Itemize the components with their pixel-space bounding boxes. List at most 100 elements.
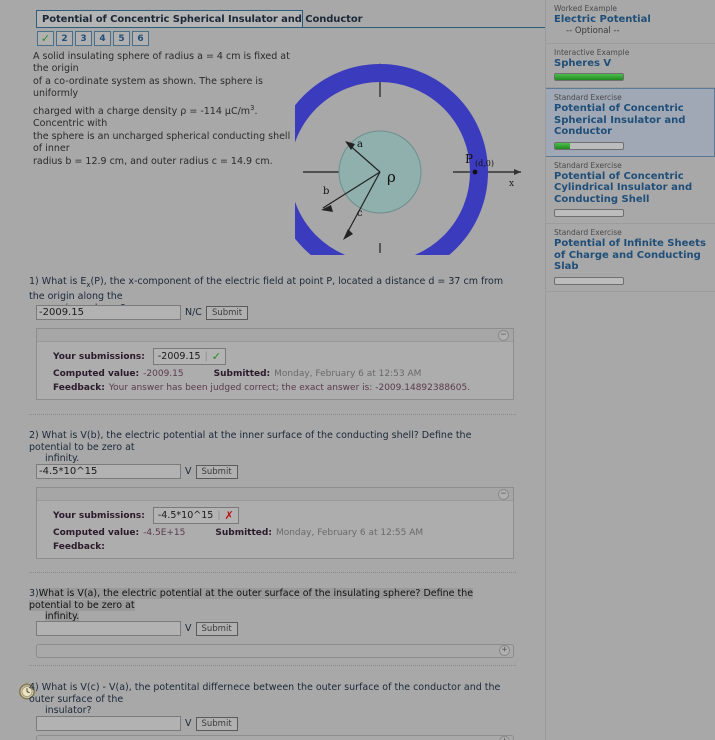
page-title: Potential of Concentric Spherical Insula…: [42, 13, 363, 25]
sidebar-item-3-progress: [554, 209, 624, 217]
question-4-input[interactable]: [36, 716, 181, 731]
progress-fill: [555, 74, 623, 80]
sidebar-item-1-title[interactable]: Spheres V: [554, 58, 711, 70]
sidebar-item-0-title[interactable]: Electric Potential: [554, 14, 711, 26]
question-4-expand-icon[interactable]: +: [499, 736, 510, 740]
statement-line-3-pre: charged with a charge density ρ = -114 μ…: [33, 106, 251, 118]
question-1-submitted-label: Submitted:: [213, 369, 271, 379]
sidebar-item-4-kicker: Standard Exercise: [554, 228, 622, 237]
label-rho: ρ: [387, 168, 396, 186]
question-2-divider: [29, 572, 516, 573]
sidebar-item-2-title[interactable]: Potential of Concentric Spherical Insula…: [554, 103, 710, 138]
question-1-computed-value: -2009.15: [143, 369, 184, 379]
question-1-submitted-value: Monday, February 6 at 12:53 AM: [274, 369, 422, 379]
question-3-answer-row: V Submit: [36, 621, 238, 636]
question-2-submissions-line: Your submissions: -4.5*10^15 | ✗: [53, 507, 513, 524]
question-3-text: 3)What is V(a), the electric potential a…: [29, 588, 516, 623]
radius-c-arrowhead: [343, 229, 353, 240]
question-1-number: 1): [29, 276, 39, 287]
question-2-text: 2) What is V(b), the electric potential …: [29, 430, 516, 465]
sidebar-item-3-title[interactable]: Potential of Concentric Cylindrical Insu…: [554, 171, 711, 206]
tab-question-6[interactable]: 6: [132, 31, 149, 46]
question-3-expand-icon[interactable]: +: [499, 645, 510, 656]
question-1-submit-button[interactable]: Submit: [205, 305, 249, 320]
sidebar-item-electric-potential[interactable]: Worked Example Electric Potential -- Opt…: [546, 0, 715, 44]
label-a: a: [357, 139, 363, 150]
question-2-computed-line: Computed value: -4.5E+15 Submitted: Mond…: [53, 528, 513, 538]
course-sidebar: Worked Example Electric Potential -- Opt…: [545, 0, 715, 740]
question-3-submission-panel: +: [36, 644, 514, 658]
incorrect-cross-icon: ✗: [224, 509, 234, 522]
question-1-submissions-line: Your submissions: -2009.15 | ✓: [53, 348, 513, 365]
question-1-feedback-label: Feedback:: [53, 383, 105, 393]
question-2-submit-button[interactable]: Submit: [195, 464, 238, 479]
question-2-submission-panel: − Your submissions: -4.5*10^15 | ✗ Compu…: [36, 487, 514, 559]
question-2-input[interactable]: [36, 464, 181, 479]
sidebar-item-4-title[interactable]: Potential of Infinite Sheets of Charge a…: [554, 238, 711, 273]
question-1-submission-chip: -2009.15 | ✓: [152, 348, 227, 365]
correct-check-icon: ✓: [211, 350, 222, 363]
question-1-computed-label: Computed value:: [53, 369, 140, 379]
sidebar-item-1-progress: [554, 73, 624, 81]
question-tab-strip[interactable]: ✓ 2 3 4 5 6: [37, 31, 149, 46]
tab-question-5[interactable]: 5: [113, 31, 130, 46]
question-2-feedback-label: Feedback:: [53, 542, 105, 552]
physics-diagram: y x a b c ρ P (d,0): [272, 55, 535, 280]
question-3-submit-button[interactable]: Submit: [195, 621, 238, 636]
question-4-number: 4): [29, 682, 39, 693]
question-1-submission-panel: − Your submissions: -2009.15 | ✓ Compute…: [36, 328, 514, 400]
tab-question-4[interactable]: 4: [94, 31, 111, 46]
question-4-unit: V: [185, 718, 192, 729]
point-p-coords: (d,0): [475, 159, 494, 168]
tab-question-1[interactable]: ✓: [37, 31, 54, 46]
sidebar-item-spheres-v[interactable]: Interactive Example Spheres V: [546, 44, 715, 88]
chip-separator: |: [204, 351, 208, 362]
statement-line-3: charged with a charge density ρ = -114 μ…: [33, 103, 298, 129]
question-2-submitted-label: Submitted:: [215, 528, 272, 538]
question-1-panel-body: Your submissions: -2009.15 | ✓ Computed …: [37, 342, 513, 399]
question-4-text: 4) What is V(c) - V(a), the potentital d…: [29, 682, 516, 717]
question-4-answer-row: V Submit: [36, 716, 238, 731]
question-1-input[interactable]: [36, 305, 181, 320]
question-1-line1: What is Ex(P), the x-component of the el…: [29, 276, 504, 303]
sidebar-item-spherical-insulator-conductor[interactable]: Standard Exercise Potential of Concentri…: [546, 88, 715, 157]
question-3-divider: [29, 665, 516, 666]
question-1-collapse-icon[interactable]: −: [498, 330, 509, 341]
question-3-number: 3): [29, 588, 39, 599]
sidebar-item-1-kicker: Interactive Example: [554, 47, 630, 57]
statement-line-1: A solid insulating sphere of radius a = …: [33, 51, 290, 74]
title-underline: [303, 27, 545, 28]
question-2-submission-value: -4.5*10^15: [157, 510, 214, 521]
question-2-collapse-icon[interactable]: −: [498, 489, 509, 500]
question-1-submission-value: -2009.15: [157, 351, 201, 362]
exercise-main-panel: Potential of Concentric Spherical Insula…: [0, 0, 545, 740]
question-4-submit-button[interactable]: Submit: [195, 716, 238, 731]
question-2-computed-value: -4.5E+15: [143, 528, 186, 538]
question-2-submission-chip: -4.5*10^15 | ✗: [152, 507, 239, 524]
statement-line-4: the sphere is an uncharged spherical con…: [33, 131, 291, 154]
question-2-submissions-label: Your submissions:: [53, 510, 145, 521]
question-1-subscript: x: [86, 280, 91, 289]
question-4-line1: What is V(c) - V(a), the potentital diff…: [29, 682, 501, 705]
sidebar-item-2-kicker: Standard Exercise: [554, 93, 622, 102]
question-1-divider: [29, 414, 516, 415]
diagram-svg: y x a b c ρ P (d,0): [272, 61, 521, 280]
point-p-marker: [472, 169, 478, 175]
question-2-panel-body: Your submissions: -4.5*10^15 | ✗ Compute…: [37, 501, 513, 558]
question-2-feedback-line: Feedback:: [53, 542, 513, 552]
sidebar-item-infinite-sheets-slab[interactable]: Standard Exercise Potential of Infinite …: [546, 224, 715, 292]
problem-statement: A solid insulating sphere of radius a = …: [33, 51, 298, 170]
question-2-unit: V: [185, 466, 192, 477]
question-2-submitted-value: Monday, February 6 at 12:55 AM: [275, 528, 424, 538]
question-4-line2: insulator?: [45, 705, 92, 716]
question-3-input[interactable]: [36, 621, 181, 636]
tab-question-3[interactable]: 3: [75, 31, 92, 46]
tab-question-2[interactable]: 2: [56, 31, 73, 46]
x-axis-label: x: [509, 179, 514, 189]
question-1-panel-header: −: [37, 329, 513, 342]
question-1-feedback-line: Feedback: Your answer has been judged co…: [53, 383, 513, 393]
sidebar-item-0-kicker: Worked Example: [554, 4, 618, 13]
sidebar-item-cylindrical-insulator-shell[interactable]: Standard Exercise Potential of Concentri…: [546, 157, 715, 224]
progress-fill: [555, 142, 570, 149]
label-b: b: [323, 186, 329, 197]
